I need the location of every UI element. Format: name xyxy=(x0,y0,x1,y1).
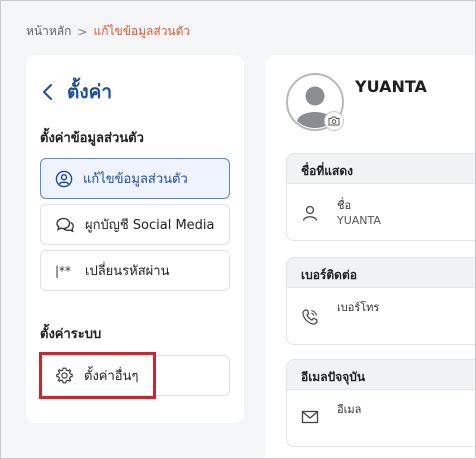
profile-name: YUANTA xyxy=(355,77,427,96)
gear-icon xyxy=(56,367,73,384)
phone-header: เบอร์ติดต่อ xyxy=(287,258,475,288)
camera-icon xyxy=(328,116,340,126)
email-field-label: อีเมล xyxy=(337,403,362,416)
profile-panel: YUANTA ชื่อที่แสดง ชื่อ YUANTA เบอร์ติดต… xyxy=(265,55,475,458)
chat-bubbles-icon xyxy=(56,217,74,232)
change-password-label: เปลี่ยนรหัสผ่าน xyxy=(85,264,170,279)
breadcrumb-separator: > xyxy=(77,24,88,39)
user-circle-icon xyxy=(55,170,73,187)
back-chevron-icon[interactable] xyxy=(41,82,55,102)
email-card: อีเมลปัจจุบัน อีเมล xyxy=(286,359,475,447)
phone-card: เบอร์ติดต่อ เบอร์โทร xyxy=(286,257,475,345)
personal-settings-heading: ตั้งค่าข้อมูลส่วนตัว xyxy=(40,131,144,146)
page-frame: หน้าหลัก > แก้ไขข้อมูลส่วนตัว ตั้งค่า ตั… xyxy=(0,0,476,459)
link-social-media-label: ผูกบัญชี Social Media xyxy=(85,218,215,233)
change-photo-button[interactable] xyxy=(324,111,344,131)
other-settings-label: ตั้งค่าอื่นๆ xyxy=(84,369,139,384)
breadcrumb-home[interactable]: หน้าหลัก xyxy=(26,22,71,41)
email-row[interactable]: อีเมล xyxy=(287,390,475,446)
phone-row[interactable]: เบอร์โทร xyxy=(287,288,475,344)
name-field-label: ชื่อ xyxy=(337,199,352,212)
display-name-card: ชื่อที่แสดง ชื่อ YUANTA xyxy=(286,153,475,241)
password-icon: |** xyxy=(55,263,72,278)
display-name-row[interactable]: ชื่อ YUANTA xyxy=(287,184,475,240)
settings-title: ตั้งค่า xyxy=(67,81,112,103)
edit-profile-label: แก้ไขข้อมูลส่วนตัว xyxy=(83,172,188,187)
name-field-value: YUANTA xyxy=(337,214,381,227)
other-settings-button[interactable]: ตั้งค่าอื่นๆ xyxy=(40,355,230,396)
breadcrumb: หน้าหลัก > แก้ไขข้อมูลส่วนตัว xyxy=(26,22,190,41)
display-name-header: ชื่อที่แสดง xyxy=(287,154,475,184)
settings-sidebar: ตั้งค่า ตั้งค่าข้อมูลส่วนตัว แก้ไขข้อมูล… xyxy=(26,55,244,423)
mail-icon xyxy=(301,410,319,424)
email-header: อีเมลปัจจุบัน xyxy=(287,360,475,390)
user-icon xyxy=(302,205,318,221)
phone-icon xyxy=(302,309,318,325)
breadcrumb-current: แก้ไขข้อมูลส่วนตัว xyxy=(93,24,191,38)
change-password-button[interactable]: |** เปลี่ยนรหัสผ่าน xyxy=(40,250,230,291)
link-social-media-button[interactable]: ผูกบัญชี Social Media xyxy=(40,204,230,245)
edit-profile-button[interactable]: แก้ไขข้อมูลส่วนตัว xyxy=(40,158,230,199)
system-settings-heading: ตั้งค่าระบบ xyxy=(40,327,102,342)
phone-field-label: เบอร์โทร xyxy=(337,301,380,314)
settings-header: ตั้งค่า xyxy=(41,77,112,107)
